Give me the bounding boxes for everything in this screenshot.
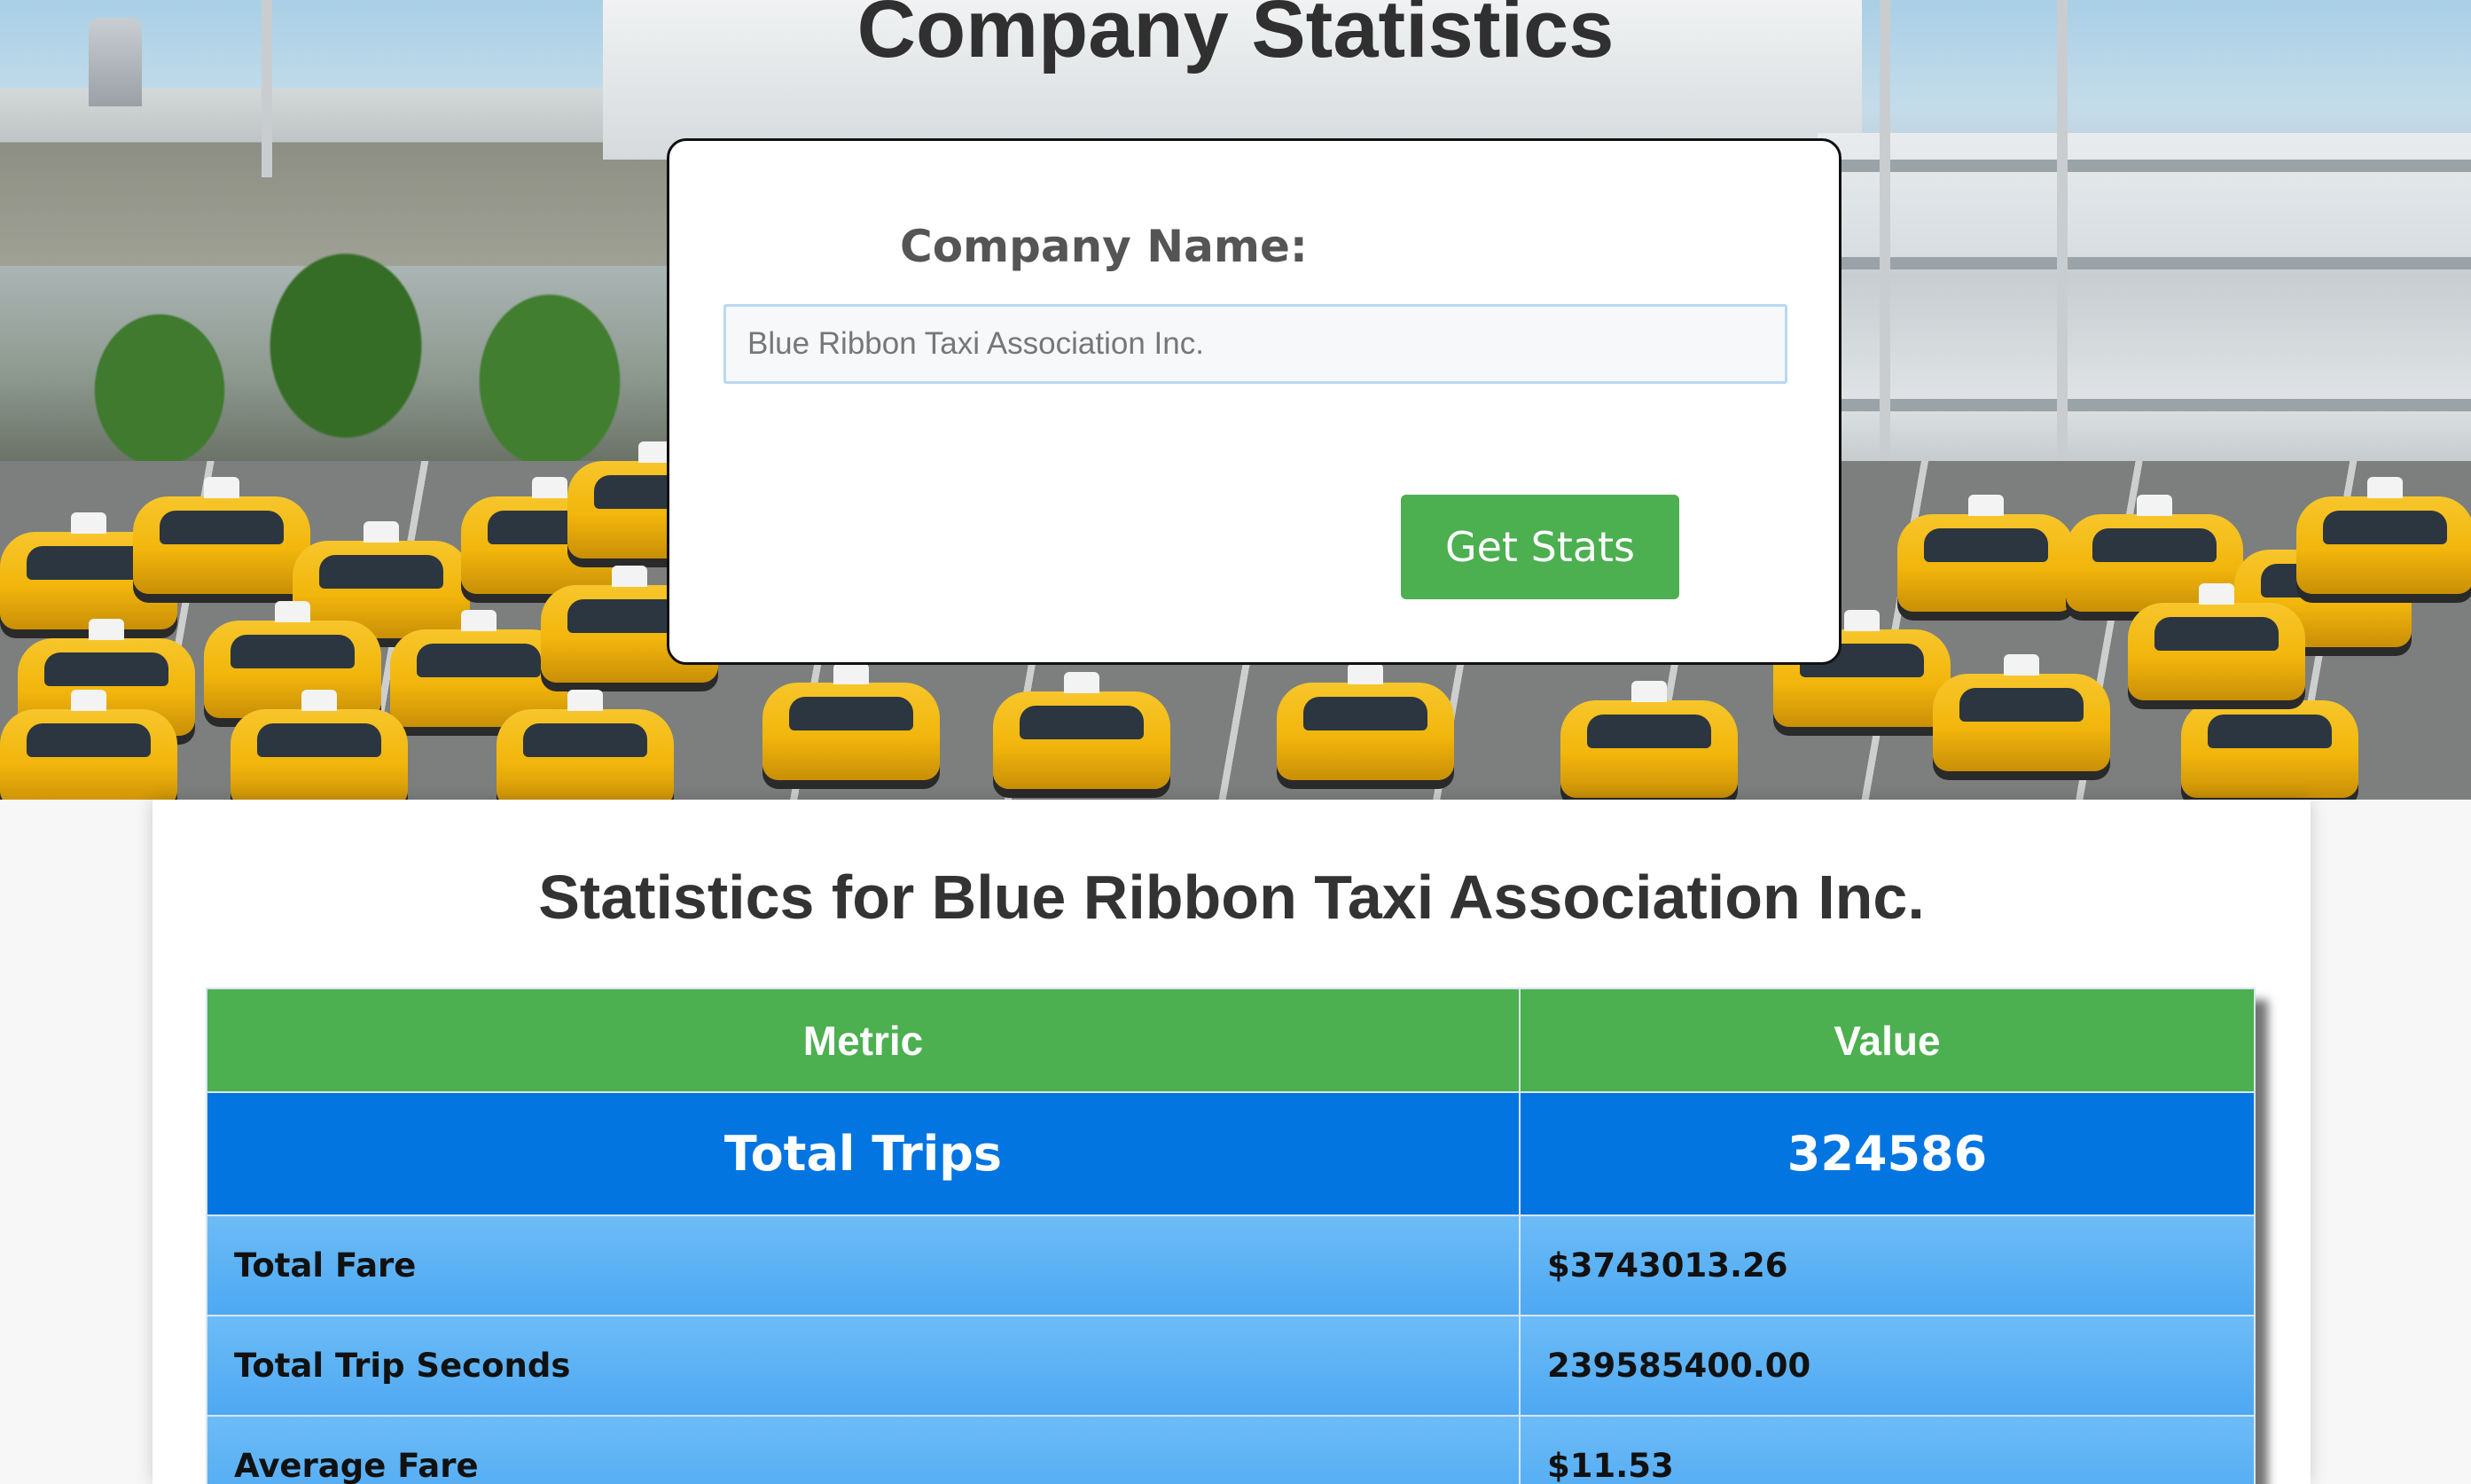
taxi xyxy=(1897,495,2075,612)
company-search-card: Company Name: Get Stats xyxy=(667,138,1842,665)
taxi xyxy=(2128,583,2305,700)
trees xyxy=(53,213,674,496)
column-header-value: Value xyxy=(1519,988,2256,1093)
company-name-label: Company Name: xyxy=(900,221,1308,272)
taxi xyxy=(231,690,408,800)
value-cell: $11.53 xyxy=(1519,1415,2256,1484)
taxi xyxy=(993,672,1170,789)
value-cell: $3743013.26 xyxy=(1519,1215,2256,1316)
taxi xyxy=(1933,654,2110,771)
table-row-total-fare: Total Fare $3743013.26 xyxy=(206,1215,2256,1316)
page-title: Company Statistics xyxy=(856,0,1615,74)
results-heading: Statistics for Blue Ribbon Taxi Associat… xyxy=(538,863,1925,932)
column-header-metric: Metric xyxy=(206,988,1521,1093)
terminal-building-right xyxy=(1818,133,2471,505)
metric-cell: Total Trips xyxy=(206,1091,1521,1216)
table-row-total-trips: Total Trips 324586 xyxy=(206,1091,2256,1216)
metric-cell: Total Fare xyxy=(206,1215,1521,1316)
table-row-total-trip-seconds: Total Trip Seconds 239585400.00 xyxy=(206,1315,2256,1417)
taxi xyxy=(133,477,310,594)
results-panel: Statistics for Blue Ribbon Taxi Associat… xyxy=(152,800,2311,1484)
table-header-row: Metric Value xyxy=(206,988,2256,1093)
taxi xyxy=(0,690,177,800)
metric-cell: Total Trip Seconds xyxy=(206,1315,1521,1417)
taxi xyxy=(762,663,940,780)
metric-cell: Average Fare xyxy=(206,1415,1521,1484)
taxi xyxy=(497,690,674,800)
table-row-average-fare: Average Fare $11.53 xyxy=(206,1415,2256,1484)
taxi xyxy=(2181,681,2358,798)
taxi xyxy=(2296,477,2471,594)
taxi xyxy=(204,601,381,718)
company-name-input[interactable] xyxy=(723,304,1787,384)
taxi xyxy=(1277,663,1454,780)
get-stats-button[interactable]: Get Stats xyxy=(1401,495,1679,599)
taxi xyxy=(1560,681,1738,798)
statistics-table: Metric Value Total Trips 324586 Total Fa… xyxy=(206,988,2256,1484)
value-cell: 324586 xyxy=(1519,1091,2256,1216)
value-cell: 239585400.00 xyxy=(1519,1315,2256,1417)
